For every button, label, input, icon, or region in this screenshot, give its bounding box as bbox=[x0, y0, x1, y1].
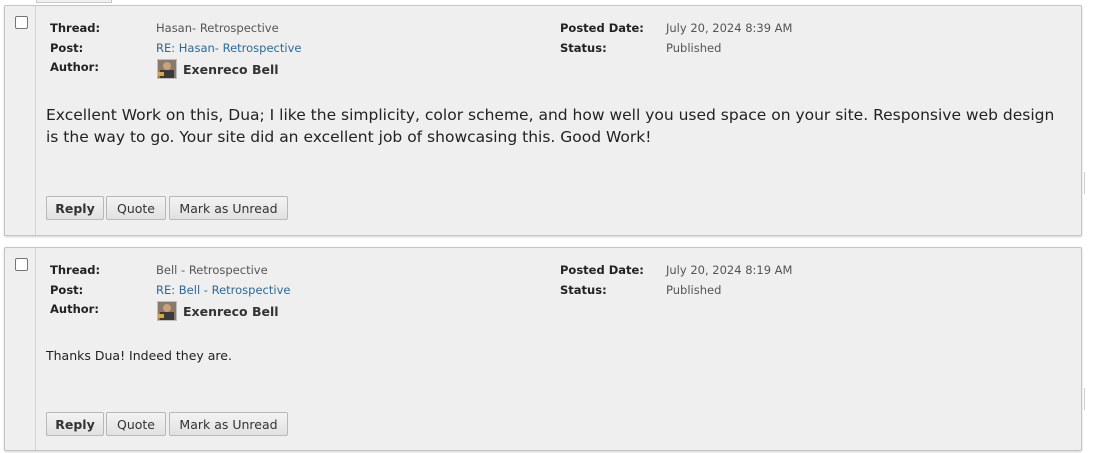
post-label: Post: bbox=[50, 41, 84, 55]
status-label: Status: bbox=[560, 41, 607, 55]
post-select-checkbox[interactable] bbox=[15, 16, 28, 29]
post-select-checkbox[interactable] bbox=[15, 258, 28, 271]
posted-date-value: July 20, 2024 8:19 AM bbox=[666, 263, 793, 277]
post-link[interactable]: RE: Hasan- Retrospective bbox=[156, 41, 301, 55]
avatar bbox=[157, 59, 177, 79]
post-link[interactable]: RE: Bell - Retrospective bbox=[156, 283, 290, 297]
post-gutter bbox=[5, 248, 36, 450]
discussion-post: Thread: Bell - Retrospective Post: RE: B… bbox=[4, 247, 1085, 451]
mark-as-unread-button[interactable]: Mark as Unread bbox=[169, 196, 288, 220]
thread-value: Hasan- Retrospective bbox=[156, 21, 279, 35]
posted-date-value: July 20, 2024 8:39 AM bbox=[666, 21, 793, 35]
author-block[interactable]: Exenreco Bell bbox=[157, 301, 279, 321]
mark-as-unread-button[interactable]: Mark as Unread bbox=[169, 412, 288, 436]
thread-label: Thread: bbox=[50, 263, 101, 277]
discussion-post: Thread: Hasan- Retrospective Post: RE: H… bbox=[4, 5, 1085, 236]
post-gutter bbox=[5, 6, 36, 235]
author-name: Exenreco Bell bbox=[183, 303, 279, 319]
author-block[interactable]: Exenreco Bell bbox=[157, 59, 279, 79]
edge-divider bbox=[1084, 388, 1085, 410]
quote-button[interactable]: Quote bbox=[106, 196, 166, 220]
status-value: Published bbox=[666, 41, 722, 55]
edge-divider bbox=[1084, 172, 1085, 194]
post-body: Thanks Dua! Indeed they are. bbox=[46, 348, 232, 363]
post-body: Excellent Work on this, Dua; I like the … bbox=[46, 106, 1055, 146]
thread-label: Thread: bbox=[50, 21, 101, 35]
reply-button[interactable]: Reply bbox=[46, 196, 104, 220]
author-name: Exenreco Bell bbox=[183, 61, 279, 77]
previous-post-tab bbox=[36, 0, 112, 3]
posted-date-label: Posted Date: bbox=[560, 263, 644, 277]
avatar bbox=[157, 301, 177, 321]
reply-button[interactable]: Reply bbox=[46, 412, 104, 436]
author-label: Author: bbox=[50, 302, 99, 316]
post-label: Post: bbox=[50, 283, 84, 297]
status-label: Status: bbox=[560, 283, 607, 297]
status-value: Published bbox=[666, 283, 722, 297]
posted-date-label: Posted Date: bbox=[560, 21, 644, 35]
author-label: Author: bbox=[50, 60, 99, 74]
quote-button[interactable]: Quote bbox=[106, 412, 166, 436]
thread-value: Bell - Retrospective bbox=[156, 263, 268, 277]
